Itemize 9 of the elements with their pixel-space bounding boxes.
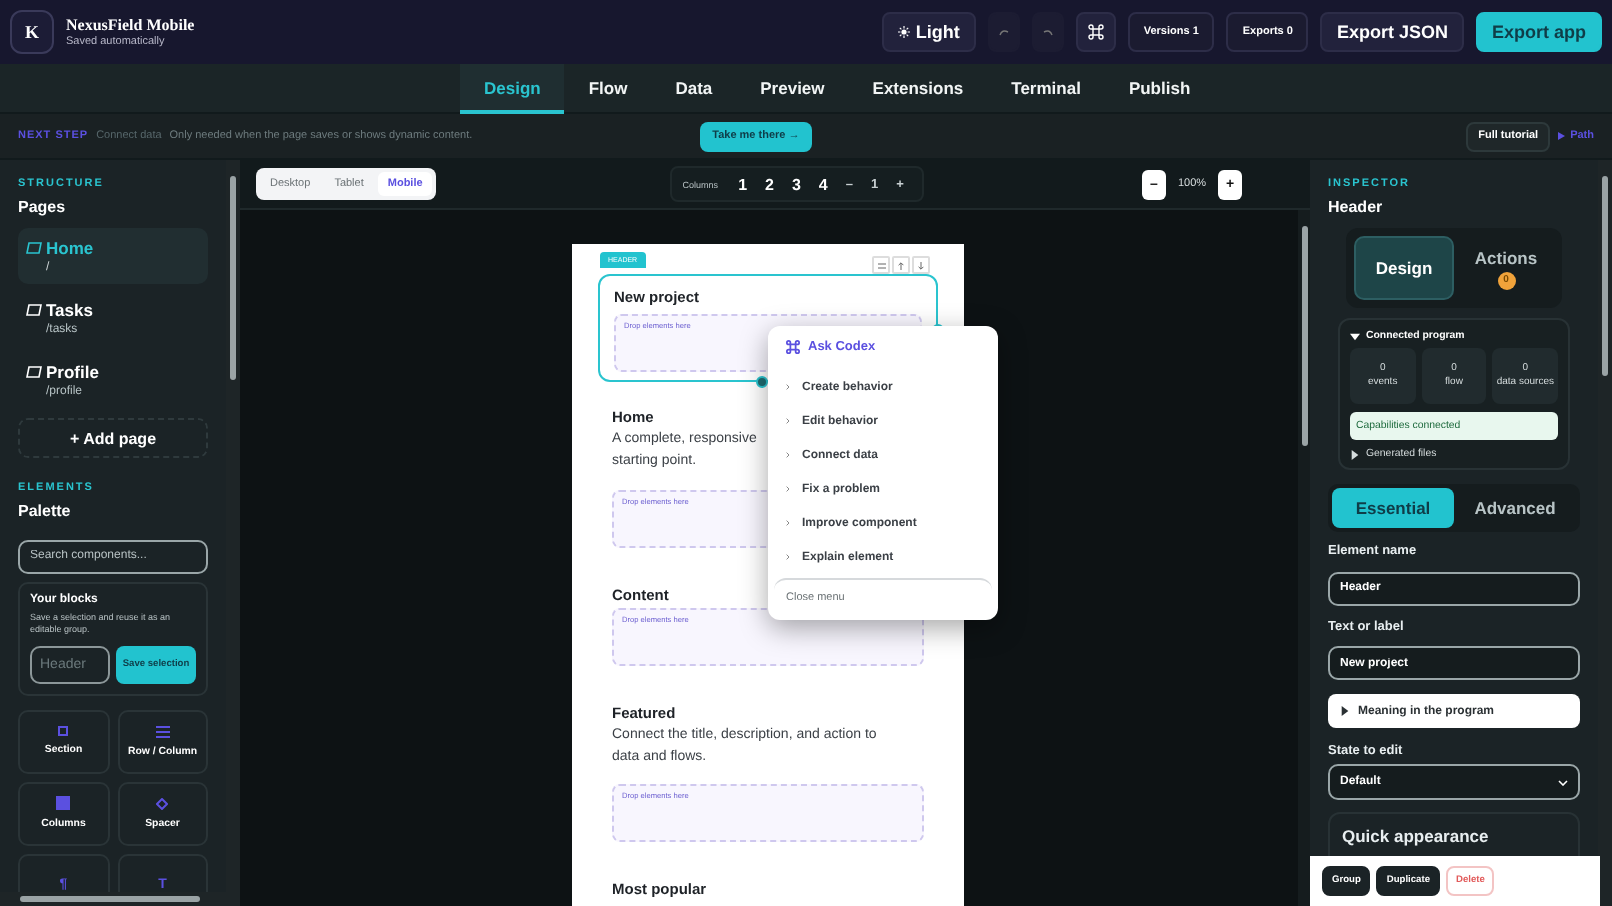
app-title: NexusField Mobile [66,16,195,34]
section-title: Header [1328,198,1385,216]
panel-title: Quick appearance [1342,826,1489,846]
section-title: Pages [18,198,68,216]
page-name: Tasks [46,300,93,320]
page-name: Home [46,238,94,258]
logo: K [10,10,54,54]
page-name: Profile [46,362,99,382]
section-title: Palette [18,502,73,520]
